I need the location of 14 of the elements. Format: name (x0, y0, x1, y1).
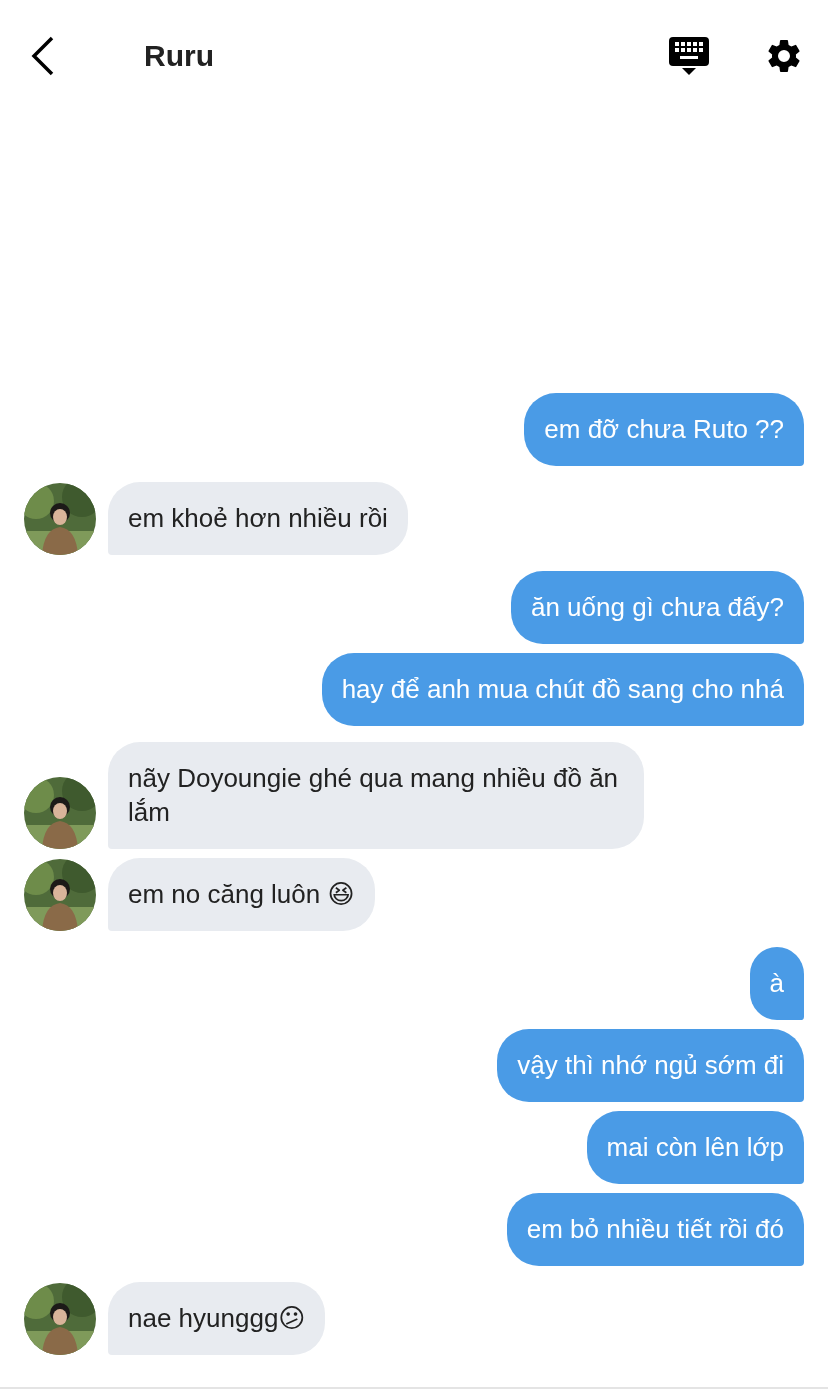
message-bubble: nae hyunggg😕 (108, 1282, 326, 1355)
chat-title: Ruru (144, 39, 214, 73)
message-bubble: vậy thì nhớ ngủ sớm đi (497, 1029, 804, 1102)
message-bubble: nãy Doyoungie ghé qua mang nhiều đồ ăn lắm (108, 742, 644, 849)
message-bubble: ăn uống gì chưa đấy? (510, 571, 804, 644)
message-bubble: mai còn lên lớp (586, 1111, 804, 1184)
keyboard-button[interactable] (668, 36, 710, 76)
message-bubble: em đỡ chưa Ruto ?? (524, 393, 804, 466)
message-bubble: à (749, 947, 804, 1020)
message-bubble: em no căng luôn 😆 (108, 858, 375, 931)
message-bubble: em khoẻ hơn nhiều rồi (108, 482, 408, 555)
message-bubble: hay để anh mua chút đồ sang cho nhá (321, 653, 804, 726)
back-button[interactable] (30, 36, 56, 76)
message-bubble: em bỏ nhiều tiết rồi đó (506, 1193, 804, 1266)
